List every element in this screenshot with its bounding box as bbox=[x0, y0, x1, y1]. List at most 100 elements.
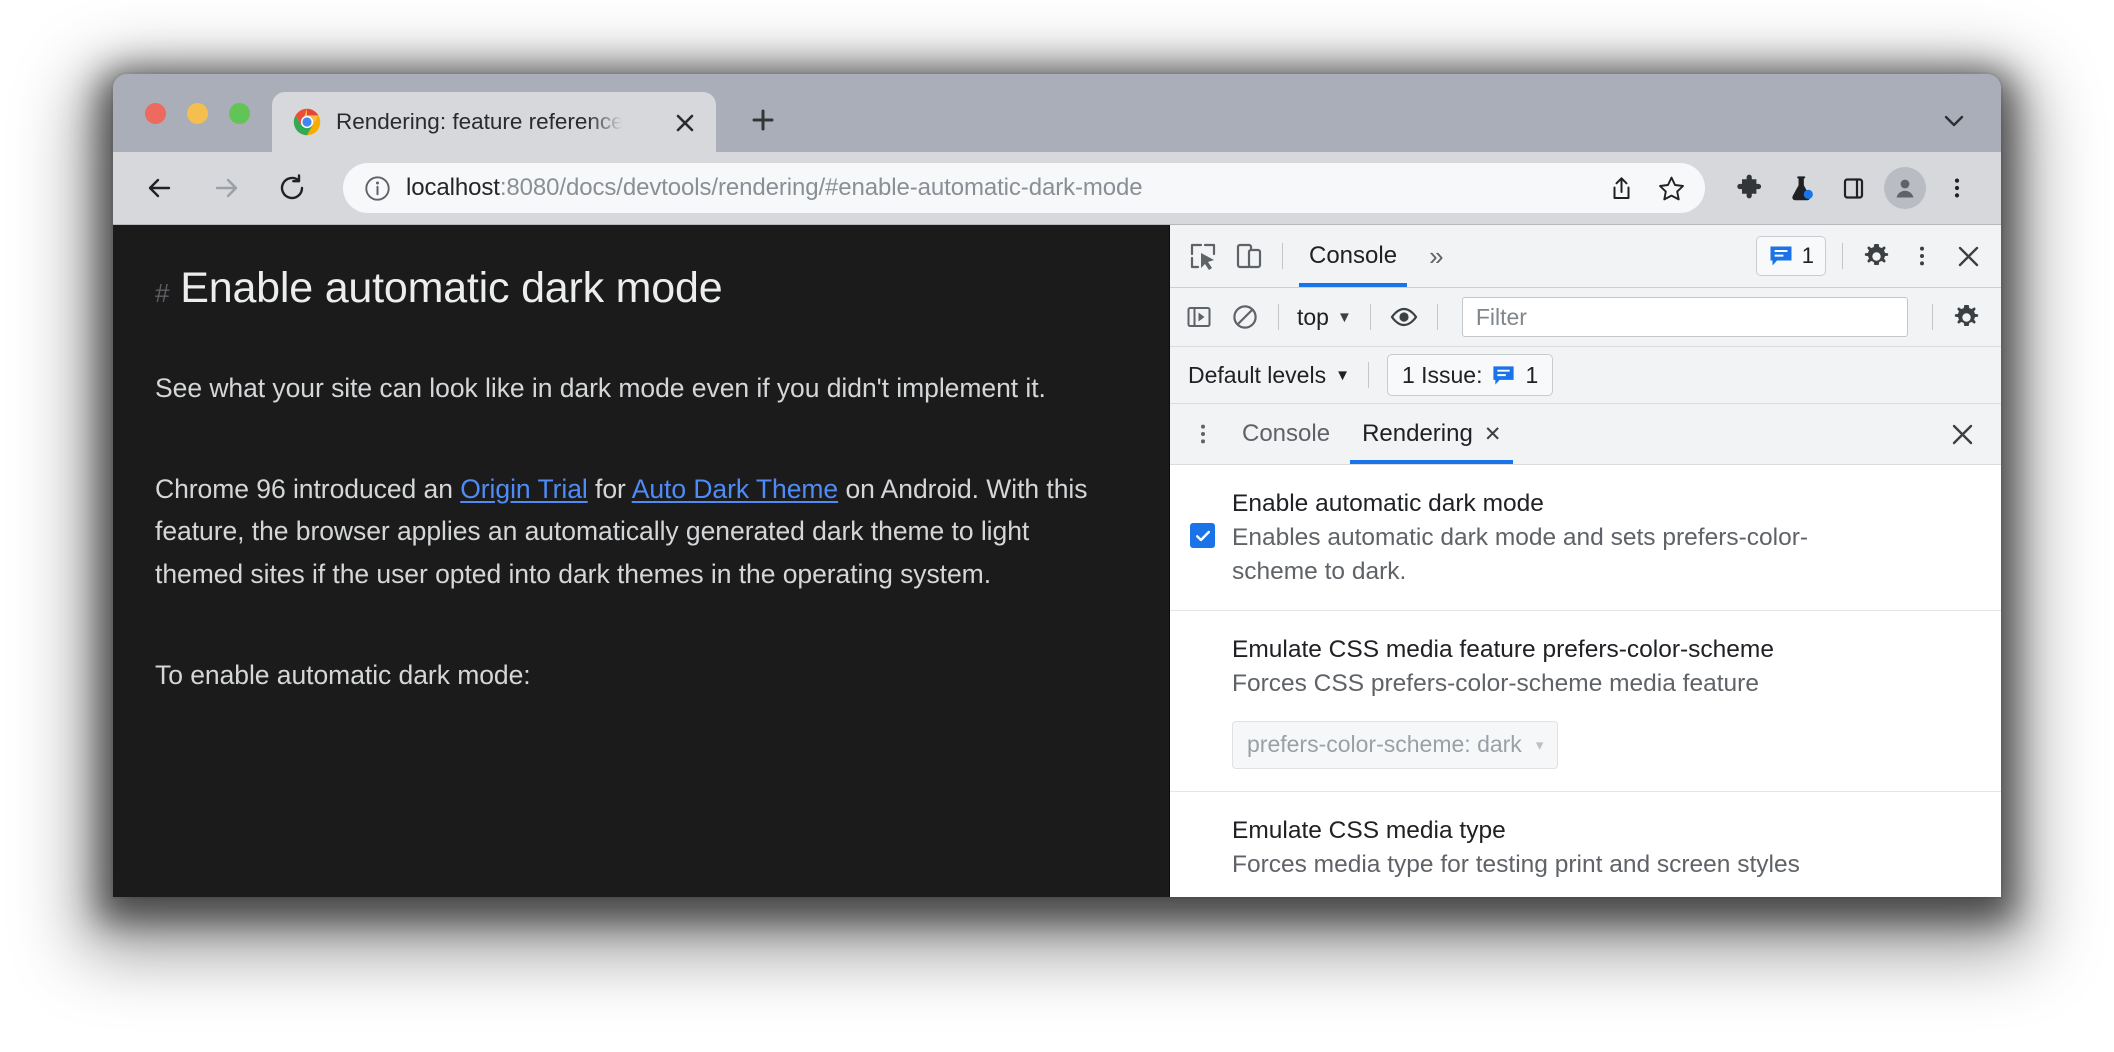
execution-context-dropdown[interactable]: top ▼ bbox=[1289, 304, 1360, 331]
rendering-panel: Enable automatic dark mode Enables autom… bbox=[1170, 465, 2001, 897]
paragraph-intro: See what your site can look like in dark… bbox=[155, 372, 1046, 403]
toolbar-separator bbox=[1932, 304, 1933, 330]
paragraph-chrome-mid: for bbox=[587, 473, 632, 504]
window-zoom-button[interactable] bbox=[229, 103, 250, 124]
execution-context-label: top bbox=[1297, 303, 1329, 330]
default-levels-dropdown[interactable]: Default levels ▼ bbox=[1188, 362, 1350, 389]
toolbar-separator bbox=[1282, 243, 1283, 269]
rendering-section-media-type: Emulate CSS media type Forces media type… bbox=[1170, 790, 2001, 897]
rendering-section-title: Enable automatic dark mode bbox=[1232, 490, 1544, 517]
device-toolbar-icon[interactable] bbox=[1226, 233, 1272, 279]
omnibox-actions bbox=[1601, 168, 1691, 208]
star-icon[interactable] bbox=[1651, 168, 1691, 208]
toolbar-separator bbox=[1369, 304, 1371, 330]
inspect-element-icon[interactable] bbox=[1180, 233, 1226, 279]
paragraph-to-enable: To enable automatic dark mode: bbox=[155, 660, 531, 691]
console-filter-toolbar: top ▼ Filter bbox=[1170, 288, 2001, 347]
profile-avatar[interactable] bbox=[1883, 166, 1927, 210]
address-bar[interactable]: localhost:8080/docs/devtools/rendering/#… bbox=[343, 163, 1705, 213]
rendering-section-title: Emulate CSS media feature prefers-color-… bbox=[1232, 636, 1774, 664]
default-levels-label: Default levels bbox=[1188, 361, 1327, 388]
drawer-close-icon[interactable] bbox=[1939, 411, 1985, 457]
console-sidebar-icon[interactable] bbox=[1176, 294, 1222, 340]
prefers-color-scheme-value: prefers-color-scheme: dark bbox=[1247, 731, 1522, 758]
issue-counter-button[interactable]: 1 Issue: 1 bbox=[1386, 354, 1554, 396]
new-tab-button[interactable] bbox=[741, 98, 785, 142]
drawer-tab-console[interactable]: Console bbox=[1226, 404, 1346, 464]
forward-button[interactable] bbox=[201, 163, 251, 213]
tab-close-icon[interactable] bbox=[672, 110, 698, 136]
chevron-down-icon: ▼ bbox=[1335, 366, 1350, 384]
rendering-section-title: Emulate CSS media type bbox=[1232, 816, 1506, 844]
browser-tab[interactable]: Rendering: feature reference - C bbox=[272, 92, 716, 152]
link-origin-trial[interactable]: Origin Trial bbox=[460, 474, 588, 504]
issue-counter-count: 1 bbox=[1525, 361, 1539, 388]
info-circle-icon[interactable] bbox=[363, 174, 391, 202]
browser-window: Rendering: feature reference - C bbox=[113, 74, 2001, 897]
drawer-tab-bar: Console Rendering ✕ bbox=[1170, 404, 2001, 465]
enable-automatic-dark-mode-checkbox[interactable] bbox=[1190, 523, 1215, 548]
issues-message-icon bbox=[1770, 246, 1792, 266]
web-page-pane: # Enable automatic dark mode See what yo… bbox=[113, 225, 1169, 897]
side-panel-icon[interactable] bbox=[1831, 166, 1875, 210]
filter-placeholder: Filter bbox=[1475, 303, 1527, 330]
live-expression-eye-icon[interactable] bbox=[1381, 294, 1427, 340]
drawer-tab-rendering-label: Rendering bbox=[1362, 420, 1473, 447]
issue-counter-label: 1 Issue: bbox=[1401, 361, 1483, 388]
chevron-down-icon: ▾ bbox=[1535, 736, 1544, 754]
chevron-down-icon: ▼ bbox=[1336, 308, 1352, 326]
toolbar-separator bbox=[1367, 362, 1369, 388]
page-title: # Enable automatic dark mode bbox=[155, 263, 1169, 315]
tab-console[interactable]: Console bbox=[1293, 225, 1413, 287]
address-path: :8080/docs/devtools/rendering/#enable-au… bbox=[499, 174, 1143, 201]
clear-console-icon[interactable] bbox=[1222, 294, 1268, 340]
browser-menu-icon[interactable] bbox=[1935, 166, 1979, 210]
close-icon[interactable] bbox=[1945, 233, 1991, 279]
devtools-main-toolbar: Console » 1 bbox=[1170, 225, 2001, 288]
toolbar-separator bbox=[1278, 304, 1279, 330]
rendering-section-description: Enables automatic dark mode and sets pre… bbox=[1232, 523, 1809, 585]
address-bar-text: localhost:8080/docs/devtools/rendering/#… bbox=[406, 174, 1601, 202]
link-auto-dark-theme[interactable]: Auto Dark Theme bbox=[632, 474, 838, 504]
drawer-tab-console-label: Console bbox=[1242, 420, 1331, 447]
drawer-tab-close-icon[interactable]: ✕ bbox=[1484, 422, 1502, 447]
filter-input[interactable]: Filter bbox=[1461, 297, 1908, 337]
drawer-tab-rendering[interactable]: Rendering ✕ bbox=[1346, 404, 1517, 464]
console-settings-gear-icon[interactable] bbox=[1943, 294, 1989, 340]
chevron-down-icon[interactable] bbox=[1931, 98, 1977, 144]
chrome-favicon bbox=[293, 108, 321, 136]
address-host: localhost bbox=[406, 174, 500, 201]
back-button[interactable] bbox=[135, 163, 185, 213]
page-content: # Enable automatic dark mode See what yo… bbox=[113, 225, 1169, 697]
toolbar-separator bbox=[1842, 243, 1843, 269]
devtools-toolbar-actions: 1 bbox=[1755, 233, 2001, 279]
reload-button[interactable] bbox=[267, 163, 317, 213]
tab-title: Rendering: feature reference - C bbox=[336, 109, 622, 134]
window-minimize-button[interactable] bbox=[187, 103, 208, 124]
window-traffic-lights bbox=[145, 103, 250, 124]
devtools-experiment-flask-icon[interactable] bbox=[1779, 166, 1823, 210]
browser-viewport: # Enable automatic dark mode See what yo… bbox=[113, 224, 2001, 897]
share-icon[interactable] bbox=[1601, 168, 1641, 208]
window-close-button[interactable] bbox=[145, 103, 166, 124]
issues-badge[interactable]: 1 bbox=[1755, 236, 1826, 276]
more-vertical-icon[interactable] bbox=[1899, 233, 1945, 279]
issues-message-icon bbox=[1493, 365, 1515, 385]
drawer-menu-icon[interactable] bbox=[1180, 411, 1226, 457]
extensions-puzzle-icon[interactable] bbox=[1727, 166, 1771, 210]
paragraph-chrome-pre: Chrome 96 introduced an bbox=[155, 473, 461, 504]
gear-icon[interactable] bbox=[1853, 233, 1899, 279]
paragraph-chrome: Chrome 96 introduced an Origin Trial for… bbox=[155, 468, 1115, 597]
page-title-text: Enable automatic dark mode bbox=[180, 264, 723, 312]
heading-anchor-link[interactable]: # bbox=[155, 278, 169, 309]
devtools-pane: Console » 1 top ▼ Filter Default levels … bbox=[1169, 225, 2001, 897]
toolbar-separator bbox=[1436, 304, 1438, 330]
rendering-section-auto-dark-mode: Enable automatic dark mode Enables autom… bbox=[1170, 465, 2001, 610]
rendering-section-description: Forces media type for testing print and … bbox=[1232, 850, 1800, 878]
more-tabs-button[interactable]: » bbox=[1413, 225, 1459, 287]
prefers-color-scheme-select[interactable]: prefers-color-scheme: dark ▾ bbox=[1232, 720, 1559, 769]
console-levels-toolbar: Default levels ▼ 1 Issue: 1 bbox=[1170, 347, 2001, 404]
tab-strip: Rendering: feature reference - C bbox=[113, 74, 2001, 152]
issues-count: 1 bbox=[1801, 243, 1814, 268]
rendering-section-prefers-color-scheme: Emulate CSS media feature prefers-color-… bbox=[1170, 610, 2001, 791]
